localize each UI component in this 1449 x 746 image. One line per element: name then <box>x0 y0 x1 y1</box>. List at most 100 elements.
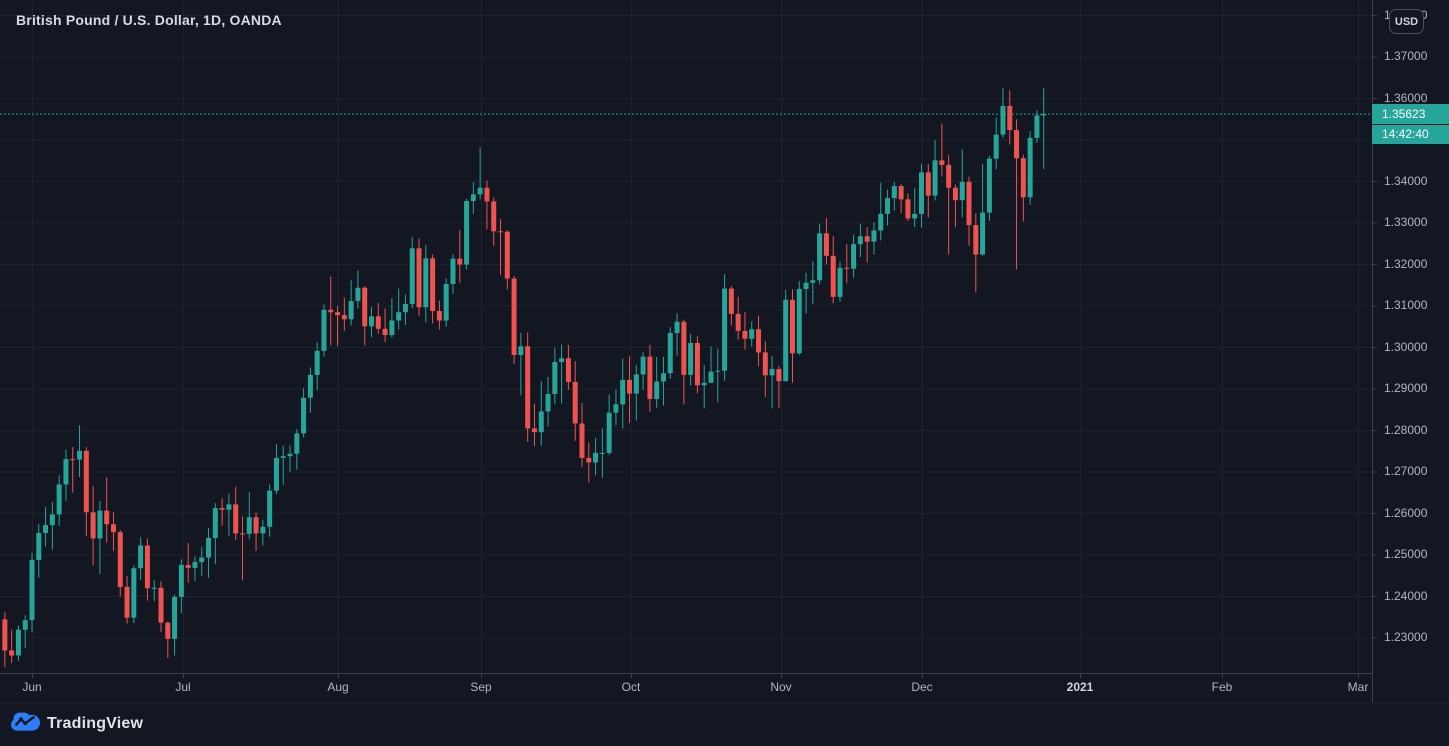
candle <box>946 164 952 188</box>
candle <box>640 356 646 375</box>
candle <box>722 288 728 371</box>
candle <box>742 330 748 339</box>
last-price-label: 1.35623 <box>1372 104 1449 125</box>
candle <box>409 248 415 304</box>
candle <box>287 453 293 457</box>
candle <box>783 299 789 382</box>
time-tick-label: Jun <box>22 680 42 694</box>
candle <box>633 374 639 394</box>
candle <box>708 371 714 383</box>
candle <box>756 329 762 353</box>
candle <box>192 562 198 568</box>
candle <box>1007 105 1013 131</box>
price-tick-label: 1.31000 <box>1384 298 1428 312</box>
candle <box>593 452 599 463</box>
candle <box>525 346 531 429</box>
time-tick-label: Jul <box>175 680 191 694</box>
candle <box>280 456 286 458</box>
candle <box>124 586 130 618</box>
candle <box>660 373 666 382</box>
candle <box>369 316 374 327</box>
candle <box>430 258 436 311</box>
candle <box>307 374 313 398</box>
candle <box>362 287 368 327</box>
currency-toggle-button[interactable]: USD <box>1389 9 1424 34</box>
candle <box>1014 130 1020 159</box>
candle <box>817 233 823 281</box>
candle <box>925 172 931 196</box>
candle <box>219 508 225 510</box>
time-tick-label: Aug <box>327 680 349 694</box>
candle <box>260 526 266 534</box>
symbol-legend-title[interactable]: British Pound / U.S. Dollar, 1D, OANDA <box>16 12 282 28</box>
price-tick-label: 1.25000 <box>1384 547 1428 561</box>
candle <box>586 457 592 463</box>
candle <box>939 160 945 165</box>
candle <box>769 369 775 376</box>
candle <box>511 278 517 355</box>
price-tick-label: 1.32000 <box>1384 256 1428 271</box>
candle <box>165 622 171 639</box>
candle <box>857 236 863 245</box>
candle <box>810 280 816 283</box>
candle <box>898 186 904 200</box>
candle <box>885 198 891 214</box>
candle <box>518 346 524 355</box>
tradingview-logo[interactable]: TradingView <box>11 711 143 737</box>
candle <box>2 619 8 651</box>
candle <box>328 309 334 313</box>
candle <box>966 181 972 226</box>
candle <box>22 620 28 630</box>
candle <box>239 533 245 535</box>
candle <box>504 231 510 279</box>
candle <box>647 356 653 399</box>
candle <box>891 186 897 199</box>
price-axis[interactable]: USD 1.35623 14:42:40 1.380001.370001.360… <box>1372 0 1449 746</box>
candle <box>735 313 741 331</box>
candle <box>104 510 110 525</box>
candle <box>980 212 986 255</box>
candle <box>267 490 273 527</box>
candle <box>952 187 958 201</box>
candle <box>70 459 76 461</box>
candle <box>918 172 924 214</box>
time-axis[interactable]: Jun Jul Aug Sep Oct Nov Dec 2021 Feb Mar <box>0 673 1372 703</box>
candle <box>49 514 55 526</box>
candle <box>206 537 212 558</box>
candle <box>912 213 918 219</box>
candle <box>531 428 537 433</box>
candle <box>436 310 442 321</box>
candlestick-chart[interactable] <box>0 0 1449 746</box>
candle <box>844 267 850 269</box>
candle <box>56 484 62 515</box>
candle <box>905 199 911 219</box>
candle <box>335 312 341 316</box>
candle <box>246 517 252 534</box>
candle <box>273 457 279 491</box>
candle <box>932 160 938 196</box>
candle <box>579 423 585 458</box>
candle <box>443 284 449 321</box>
candle <box>620 379 626 405</box>
time-tick-label: Mar <box>1347 680 1369 694</box>
candle <box>199 557 205 563</box>
price-tick-label: 1.30000 <box>1384 339 1428 354</box>
candle <box>491 201 497 232</box>
candle <box>470 194 476 202</box>
candle <box>484 187 490 202</box>
time-tick-label: 2021 <box>1066 680 1094 694</box>
candle <box>627 379 633 394</box>
price-tick-label: 1.27000 <box>1384 464 1428 478</box>
time-tick-label: Nov <box>770 680 792 694</box>
time-tick-label: Dec <box>911 680 933 694</box>
candle <box>572 381 578 424</box>
candle <box>728 288 734 314</box>
candle <box>117 532 123 587</box>
candle <box>450 258 456 285</box>
candle <box>538 411 544 433</box>
candle <box>694 342 700 386</box>
candle <box>674 321 680 333</box>
candle <box>144 545 150 589</box>
candle <box>416 248 422 308</box>
candle <box>796 288 802 354</box>
